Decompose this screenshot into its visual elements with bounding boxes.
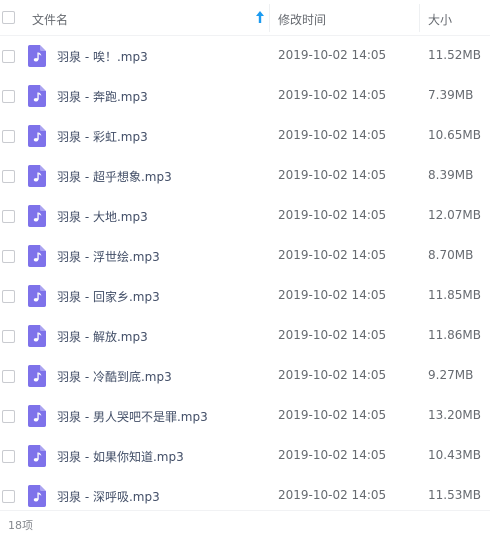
file-size: 11.86MB — [428, 328, 481, 342]
file-row[interactable]: 羽泉 - 超乎想象.mp3 2019-10-02 14:05 8.39MB — [0, 156, 490, 196]
music-file-icon — [28, 205, 46, 227]
row-checkbox[interactable] — [2, 50, 15, 63]
file-size: 11.85MB — [428, 288, 481, 302]
file-row[interactable]: 羽泉 - 如果你知道.mp3 2019-10-02 14:05 10.43MB — [0, 436, 490, 476]
column-header-size[interactable]: 大小 — [428, 11, 452, 28]
file-name[interactable]: 羽泉 - 浮世绘.mp3 — [57, 248, 160, 265]
file-size: 12.07MB — [428, 208, 481, 222]
file-name[interactable]: 羽泉 - 大地.mp3 — [57, 208, 148, 225]
row-checkbox[interactable] — [2, 250, 15, 263]
file-row[interactable]: 羽泉 - 回家乡.mp3 2019-10-02 14:05 11.85MB — [0, 276, 490, 316]
music-file-icon — [28, 365, 46, 387]
row-checkbox[interactable] — [2, 170, 15, 183]
sort-ascending-icon[interactable] — [254, 10, 266, 24]
file-name[interactable]: 羽泉 - 冷酷到底.mp3 — [57, 368, 172, 385]
music-file-icon — [28, 245, 46, 267]
file-name[interactable]: 羽泉 - 回家乡.mp3 — [57, 288, 160, 305]
row-checkbox[interactable] — [2, 410, 15, 423]
file-row[interactable]: 羽泉 - 彩虹.mp3 2019-10-02 14:05 10.65MB — [0, 116, 490, 156]
file-row[interactable]: 羽泉 - 浮世绘.mp3 2019-10-02 14:05 8.70MB — [0, 236, 490, 276]
file-row[interactable]: 羽泉 - 解放.mp3 2019-10-02 14:05 11.86MB — [0, 316, 490, 356]
music-file-icon — [28, 165, 46, 187]
file-row[interactable]: 羽泉 - 唉！.mp3 2019-10-02 14:05 11.52MB — [0, 36, 490, 76]
file-name[interactable]: 羽泉 - 奔跑.mp3 — [57, 88, 148, 105]
file-size: 8.70MB — [428, 248, 474, 262]
file-list: 文件名 修改时间 大小 羽泉 - 唉！.mp3 2019-10-02 14:05 1… — [0, 0, 490, 536]
music-file-icon — [28, 125, 46, 147]
file-name[interactable]: 羽泉 - 如果你知道.mp3 — [57, 448, 184, 465]
row-checkbox[interactable] — [2, 210, 15, 223]
file-modified-time: 2019-10-02 14:05 — [278, 448, 387, 462]
file-size: 8.39MB — [428, 168, 474, 182]
column-header-name[interactable]: 文件名 — [32, 11, 68, 28]
file-modified-time: 2019-10-02 14:05 — [278, 328, 387, 342]
column-divider[interactable] — [419, 4, 420, 32]
item-count: 18项 — [8, 519, 33, 532]
file-size: 10.65MB — [428, 128, 481, 142]
row-checkbox[interactable] — [2, 450, 15, 463]
file-modified-time: 2019-10-02 14:05 — [278, 248, 387, 262]
row-checkbox[interactable] — [2, 330, 15, 343]
column-divider[interactable] — [269, 4, 270, 32]
file-size: 11.52MB — [428, 48, 481, 62]
file-name[interactable]: 羽泉 - 解放.mp3 — [57, 328, 148, 345]
file-name[interactable]: 羽泉 - 深呼吸.mp3 — [57, 488, 160, 505]
music-file-icon — [28, 405, 46, 427]
row-checkbox[interactable] — [2, 90, 15, 103]
music-file-icon — [28, 285, 46, 307]
file-modified-time: 2019-10-02 14:05 — [278, 408, 387, 422]
music-file-icon — [28, 85, 46, 107]
music-file-icon — [28, 45, 46, 67]
row-checkbox[interactable] — [2, 490, 15, 503]
file-modified-time: 2019-10-02 14:05 — [278, 488, 387, 502]
file-size: 10.43MB — [428, 448, 481, 462]
file-row[interactable]: 羽泉 - 奔跑.mp3 2019-10-02 14:05 7.39MB — [0, 76, 490, 116]
music-file-icon — [28, 325, 46, 347]
select-all-checkbox[interactable] — [2, 11, 15, 24]
file-name[interactable]: 羽泉 - 超乎想象.mp3 — [57, 168, 172, 185]
file-size: 11.53MB — [428, 488, 481, 502]
file-rows: 羽泉 - 唉！.mp3 2019-10-02 14:05 11.52MB 羽泉 - 奔… — [0, 36, 490, 516]
file-modified-time: 2019-10-02 14:05 — [278, 368, 387, 382]
music-file-icon — [28, 485, 46, 507]
file-modified-time: 2019-10-02 14:05 — [278, 288, 387, 302]
list-header: 文件名 修改时间 大小 — [0, 0, 490, 36]
status-bar: 18项 — [0, 510, 490, 536]
row-checkbox[interactable] — [2, 290, 15, 303]
file-size: 13.20MB — [428, 408, 481, 422]
music-file-icon — [28, 445, 46, 467]
file-modified-time: 2019-10-02 14:05 — [278, 128, 387, 142]
row-checkbox[interactable] — [2, 370, 15, 383]
file-size: 7.39MB — [428, 88, 474, 102]
file-name[interactable]: 羽泉 - 男人哭吧不是罪.mp3 — [57, 408, 208, 425]
column-header-modified[interactable]: 修改时间 — [278, 11, 326, 28]
file-row[interactable]: 羽泉 - 大地.mp3 2019-10-02 14:05 12.07MB — [0, 196, 490, 236]
file-modified-time: 2019-10-02 14:05 — [278, 168, 387, 182]
file-modified-time: 2019-10-02 14:05 — [278, 88, 387, 102]
row-checkbox[interactable] — [2, 130, 15, 143]
file-size: 9.27MB — [428, 368, 474, 382]
file-modified-time: 2019-10-02 14:05 — [278, 208, 387, 222]
file-modified-time: 2019-10-02 14:05 — [278, 48, 387, 62]
file-row[interactable]: 羽泉 - 冷酷到底.mp3 2019-10-02 14:05 9.27MB — [0, 356, 490, 396]
file-name[interactable]: 羽泉 - 唉！.mp3 — [57, 48, 148, 65]
file-row[interactable]: 羽泉 - 男人哭吧不是罪.mp3 2019-10-02 14:05 13.20MB — [0, 396, 490, 436]
file-name[interactable]: 羽泉 - 彩虹.mp3 — [57, 128, 148, 145]
